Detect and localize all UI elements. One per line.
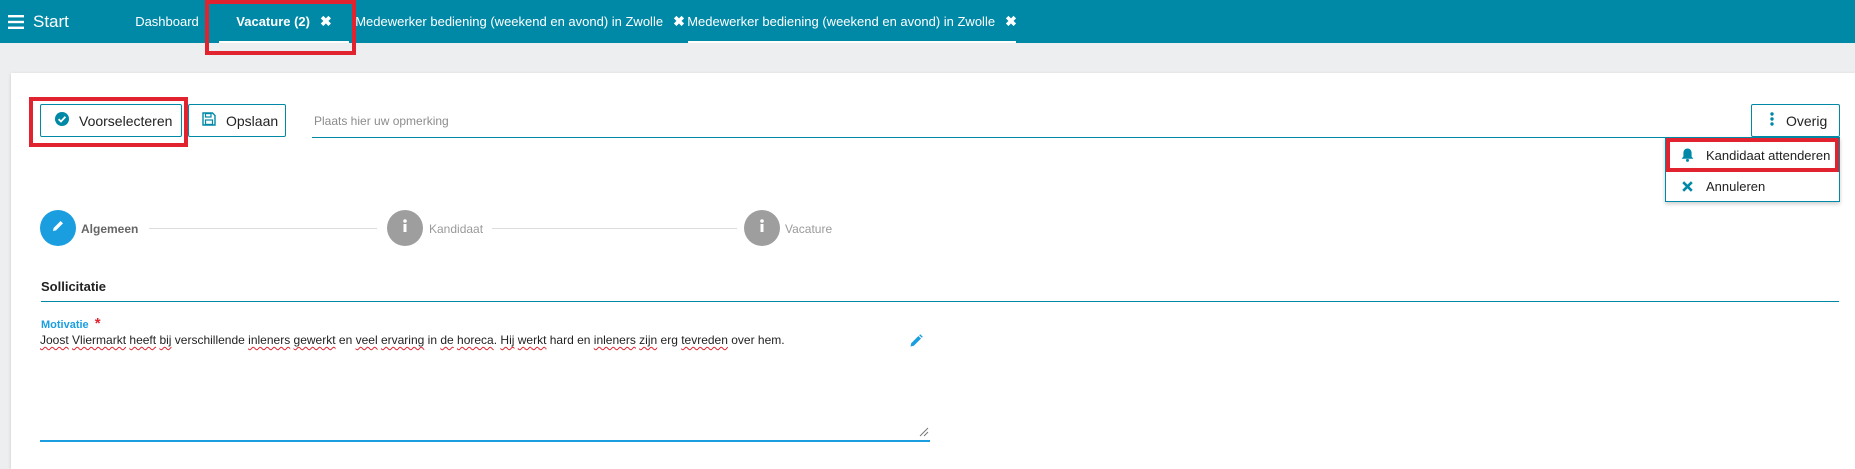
text-segment: erg	[657, 333, 682, 347]
text-segment: tevreden	[681, 333, 728, 347]
text-segment: gewerkt	[293, 333, 336, 347]
active-tab-indicator	[688, 41, 1016, 43]
motivation-field-underline	[40, 440, 930, 442]
info-icon	[402, 218, 408, 238]
menu-label: Start	[33, 12, 69, 31]
bell-icon	[1680, 148, 1694, 162]
tab-vacature[interactable]: Vacature (2) ✖	[219, 0, 349, 43]
close-icon	[1680, 180, 1694, 192]
top-navigation-bar: Start Dashboard Vacature (2) ✖ Medewerke…	[0, 0, 1855, 43]
motivation-label-text: Motivatie	[41, 319, 89, 331]
text-segment: de	[440, 333, 454, 347]
floppy-disk-icon	[202, 112, 216, 129]
menu-item-label: Kandidaat attenderen	[1706, 147, 1831, 163]
tab-dashboard[interactable]: Dashboard	[119, 0, 215, 43]
edit-pencil-icon[interactable]	[909, 334, 923, 353]
tab-label: Medewerker bediening (weekend en avond) …	[355, 14, 664, 29]
remark-input[interactable]	[312, 112, 1700, 129]
text-segment: Hij	[500, 333, 515, 347]
text-segment: in	[424, 333, 441, 347]
text-segment: veel	[355, 333, 378, 347]
text-segment: verschillende	[171, 333, 249, 347]
tab-label: Medewerker bediening (weekend en avond) …	[687, 14, 996, 29]
check-circle-icon	[55, 112, 69, 129]
vertical-dots-icon	[1770, 112, 1774, 129]
step-connector	[149, 228, 377, 229]
pencil-icon	[51, 219, 65, 238]
more-label: Overig	[1786, 112, 1828, 129]
tab-vacancy-detail-1[interactable]: Medewerker bediening (weekend en avond) …	[355, 0, 685, 43]
step-vacature[interactable]	[744, 210, 780, 246]
preselect-button[interactable]: Voorselecteren	[40, 104, 182, 137]
text-segment: Vliermarkt	[72, 333, 127, 347]
tab-vacancy-detail-2[interactable]: Medewerker bediening (weekend en avond) …	[687, 0, 1017, 43]
section-title: Sollicitatie	[41, 279, 107, 294]
more-button[interactable]: Overig	[1751, 104, 1840, 137]
text-segment: zijn	[639, 333, 658, 347]
text-segment: over hem.	[727, 333, 785, 347]
text-segment: inleners	[593, 333, 636, 347]
save-label: Opslaan	[226, 112, 279, 129]
step-kandidaat[interactable]	[387, 210, 423, 246]
remark-field[interactable]	[312, 104, 1700, 138]
step-algemeen[interactable]	[40, 210, 76, 246]
text-segment: hard en	[546, 333, 594, 347]
text-segment: Joost	[40, 333, 69, 347]
close-tab-icon[interactable]: ✖	[1005, 13, 1017, 30]
active-tab-indicator	[219, 41, 349, 43]
tab-label: Vacature (2)	[236, 14, 310, 29]
menu-item-annuleren[interactable]: Annuleren	[1666, 171, 1839, 201]
step-label: Kandidaat	[429, 222, 484, 236]
step-connector	[492, 228, 737, 229]
menu-item-label: Annuleren	[1706, 178, 1766, 194]
tab-label: Dashboard	[135, 14, 199, 29]
menu-item-kandidaat-attenderen[interactable]: Kandidaat attenderen	[1666, 140, 1839, 170]
save-button[interactable]: Opslaan	[188, 104, 286, 137]
required-marker: *	[94, 315, 101, 332]
text-segment: horeca	[457, 333, 494, 347]
motivation-label: Motivatie *	[41, 315, 101, 332]
step-label: Vacature	[785, 222, 833, 236]
preselect-label: Voorselecteren	[79, 112, 173, 129]
close-tab-icon[interactable]: ✖	[320, 13, 332, 30]
more-dropdown-menu: Kandidaat attenderen Annuleren	[1665, 137, 1840, 202]
text-segment: inleners	[248, 333, 291, 347]
motivation-textarea[interactable]: Joost Vliermarkt heeft bij verschillende…	[40, 333, 785, 347]
section-divider	[41, 301, 1839, 302]
close-tab-icon[interactable]: ✖	[673, 13, 685, 30]
hamburger-icon	[8, 15, 24, 29]
text-segment: en	[335, 333, 356, 347]
step-label: Algemeen	[81, 222, 139, 236]
text-segment: ervaring	[380, 333, 425, 347]
menu-button[interactable]: Start	[8, 11, 69, 33]
text-segment: bij	[159, 333, 172, 347]
info-icon	[759, 218, 765, 238]
text-segment: werkt	[517, 333, 547, 347]
text-segment: heeft	[129, 333, 157, 347]
